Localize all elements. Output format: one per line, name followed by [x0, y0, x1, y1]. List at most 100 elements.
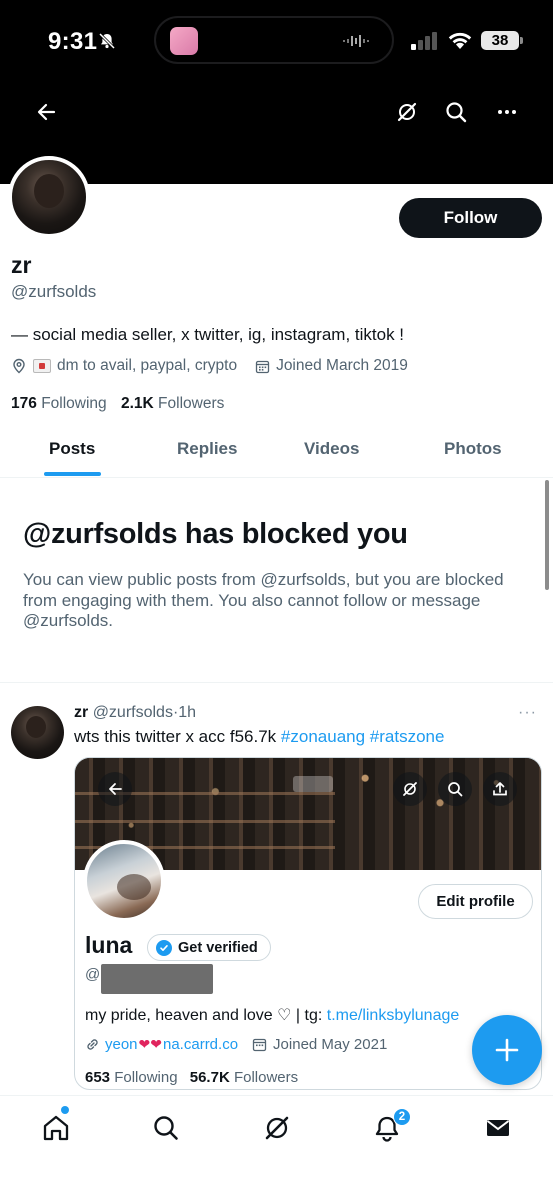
bell-off-icon	[98, 32, 116, 55]
hearts-emoji-icon: ❤❤	[138, 1036, 162, 1052]
banner-sign	[293, 776, 333, 792]
nav-grok[interactable]	[259, 1110, 295, 1146]
post-header: zr @zurfsolds·1h	[74, 704, 196, 722]
link-icon	[87, 1039, 98, 1050]
search-icon	[446, 102, 467, 123]
search-icon	[448, 782, 463, 797]
post-avatar[interactable]	[11, 706, 64, 759]
media-link-end: na.carrd.co	[163, 1036, 239, 1053]
media-profile-handle: @	[85, 966, 101, 983]
home-unread-dot	[61, 1106, 69, 1114]
calendar-icon	[255, 359, 270, 374]
hashtag-link[interactable]: #zonauang	[281, 727, 365, 746]
following-count: 176	[11, 395, 37, 412]
notification-badge: 2	[393, 1108, 411, 1126]
grok-icon	[265, 1116, 289, 1140]
media-search-button	[438, 772, 472, 806]
blocked-title: @zurfsolds has blocked you	[23, 518, 408, 550]
media-share-button	[483, 772, 517, 806]
profile-bio: — social media seller, x twitter, ig, in…	[11, 325, 405, 344]
following-link[interactable]: 176 Following	[11, 395, 107, 412]
redaction-bar	[101, 964, 213, 994]
status-time: 9:31	[48, 28, 98, 55]
media-profile-bio: my pride, heaven and love ♡ | tg: t.me/l…	[85, 1005, 459, 1025]
post-author-handle[interactable]: @zurfsolds	[93, 704, 173, 721]
tab-posts[interactable]: Posts	[49, 439, 95, 459]
media-follow-stats: 653 Following 56.7K Followers	[85, 1069, 298, 1086]
banner-shelf	[75, 820, 335, 823]
dynamic-island[interactable]	[154, 16, 394, 64]
divider	[0, 682, 553, 683]
more-icon	[498, 110, 516, 114]
follow-button[interactable]: Follow	[399, 198, 542, 238]
media-joined: Joined May 2021	[273, 1036, 388, 1053]
profile-display-name: zr	[11, 252, 32, 278]
grok-icon	[397, 102, 417, 122]
post-media-image[interactable]: Edit profile luna Get verified @ my prid…	[74, 757, 542, 1090]
active-tab-indicator	[44, 472, 101, 476]
media-grok-button	[393, 772, 427, 806]
battery-icon: 38	[481, 31, 519, 50]
nav-messages[interactable]	[480, 1110, 516, 1146]
wifi-icon	[448, 32, 472, 49]
media-profile-avatar	[83, 840, 165, 922]
search-icon	[154, 1116, 178, 1140]
status-bar: 9:31 38	[0, 0, 553, 84]
envelope-emoji-icon	[33, 359, 51, 373]
media-link-start: yeon	[105, 1036, 138, 1053]
grok-button[interactable]	[387, 92, 427, 132]
profile-handle: @zurfsolds	[11, 282, 97, 301]
blocked-description: You can view public posts from @zurfsold…	[23, 570, 504, 630]
more-button[interactable]	[487, 92, 527, 132]
verified-badge-icon	[156, 939, 172, 956]
share-icon	[493, 782, 507, 796]
nav-home[interactable]	[38, 1110, 74, 1146]
location-icon	[11, 358, 27, 374]
post-time: 1h	[178, 704, 197, 721]
profile-location: dm to avail, paypal, crypto	[57, 357, 238, 374]
media-profile-meta: yeon ❤❤ na.carrd.co Joined May 2021	[85, 1036, 387, 1053]
now-playing-app-icon	[170, 27, 198, 55]
plus-icon	[495, 1038, 519, 1062]
profile-meta: dm to avail, paypal, crypto Joined March…	[11, 357, 408, 375]
profile-banner	[0, 84, 553, 184]
get-verified-label: Get verified	[178, 939, 258, 956]
bottom-nav: 2	[0, 1095, 553, 1200]
media-profile-name: luna	[85, 932, 133, 958]
followers-link[interactable]: 2.1K Followers	[121, 395, 224, 412]
media-edit-profile-button: Edit profile	[418, 884, 533, 919]
search-button[interactable]	[436, 92, 476, 132]
post-author-name[interactable]: zr	[74, 704, 88, 721]
media-bio-text: my pride, heaven and love ♡ | tg:	[85, 1007, 327, 1024]
hashtag-link[interactable]: #ratszone	[370, 727, 445, 746]
nav-search[interactable]	[148, 1110, 184, 1146]
media-back-button	[98, 772, 132, 806]
signal-icon	[411, 32, 437, 50]
calendar-icon	[252, 1038, 267, 1052]
back-button[interactable]	[26, 92, 66, 132]
compose-button[interactable]	[472, 1015, 542, 1085]
post-body: wts this twitter x acc f56.7k	[74, 727, 277, 746]
post-more-button[interactable]: ···	[518, 704, 537, 722]
followers-count: 2.1K	[120, 395, 154, 412]
media-following-label: Following	[114, 1069, 178, 1086]
grok-icon	[403, 782, 417, 796]
audio-wave-icon	[343, 35, 369, 47]
followers-label: Followers	[158, 395, 225, 412]
tab-replies[interactable]: Replies	[177, 439, 237, 459]
back-arrow-icon	[109, 783, 122, 795]
follow-stats: 176 Following 2.1K Followers	[11, 395, 224, 413]
profile-tabs: Posts Replies Videos Photos	[0, 425, 553, 478]
media-get-verified-button: Get verified	[147, 934, 271, 961]
messages-icon	[486, 1120, 510, 1136]
tab-photos[interactable]: Photos	[444, 439, 502, 459]
tab-videos[interactable]: Videos	[304, 439, 359, 459]
battery-tip	[520, 37, 523, 44]
media-followers-label: Followers	[233, 1069, 299, 1086]
media-following-count: 653	[85, 1069, 111, 1086]
post-text: wts this twitter x acc f56.7k #zonauang …	[74, 727, 444, 747]
profile-avatar[interactable]	[8, 156, 90, 238]
scrollbar[interactable]	[545, 480, 549, 590]
media-followers-count: 56.7K	[189, 1069, 230, 1086]
media-bio-link: t.me/linksbylunage	[326, 1007, 460, 1024]
